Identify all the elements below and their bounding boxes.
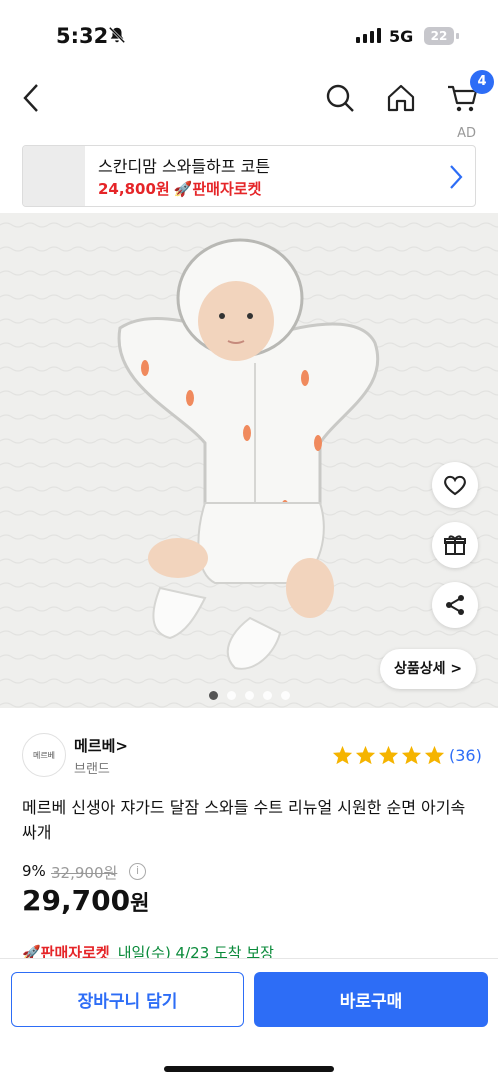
- battery-icon: 22: [424, 27, 454, 45]
- chevron-right-icon: [450, 165, 463, 189]
- cart-count-badge: 4: [470, 70, 494, 94]
- add-to-cart-button[interactable]: 장바구니 담기: [11, 972, 244, 1027]
- brand-subtitle: 브랜드: [74, 762, 110, 777]
- ad-price: 24,800원: [98, 180, 170, 198]
- network-type: 5G: [389, 27, 414, 46]
- sale-price-unit: 원: [130, 891, 150, 915]
- product-detail-button[interactable]: 상품상세 >: [380, 649, 477, 689]
- carousel-dot[interactable]: [262, 691, 272, 700]
- star-icon: [401, 745, 422, 765]
- heart-icon: [444, 475, 466, 496]
- star-icon: [332, 745, 353, 765]
- gift-button[interactable]: [432, 522, 478, 568]
- back-button[interactable]: [12, 78, 52, 118]
- carousel-dot[interactable]: [280, 691, 290, 700]
- carousel-dot[interactable]: [208, 691, 218, 700]
- cellular-signal-icon: [356, 28, 381, 43]
- sale-price: 29,700원: [22, 884, 149, 917]
- home-icon: [387, 84, 415, 112]
- ad-label: AD: [457, 126, 476, 141]
- product-photo: [0, 213, 498, 708]
- search-button[interactable]: [320, 78, 360, 118]
- share-button[interactable]: [432, 582, 478, 628]
- review-count-link[interactable]: (36): [449, 746, 482, 765]
- ad-price-line: 24,800원 🚀판매자로켓: [98, 178, 261, 199]
- battery-tip: [456, 33, 459, 39]
- star-icon: [378, 745, 399, 765]
- carousel-dot[interactable]: [226, 691, 236, 700]
- status-time: 5:32: [56, 24, 109, 48]
- ad-title: 스칸디맘 스와들하프 코튼: [98, 157, 271, 176]
- star-icon: [355, 745, 376, 765]
- ad-banner[interactable]: 스칸디맘 스와들하프 코튼 24,800원 🚀판매자로켓: [22, 145, 476, 207]
- search-icon: [326, 84, 354, 112]
- rating-stars[interactable]: [332, 745, 445, 765]
- sale-price-number: 29,700: [22, 884, 131, 917]
- share-icon: [446, 595, 464, 615]
- discount-rate: 9%: [22, 862, 46, 880]
- bell-muted-icon: [108, 26, 126, 44]
- status-bar: 5:32 5G 22: [0, 0, 498, 70]
- product-title: 메르베 신생아 쟈가드 달잠 스와들 수트 리뉴얼 시원한 순면 아기속싸개: [22, 798, 466, 842]
- bottom-action-bar: 장바구니 담기 바로구매: [0, 958, 498, 1080]
- home-button[interactable]: [381, 78, 421, 118]
- carousel-dot[interactable]: [244, 691, 254, 700]
- top-nav: [0, 70, 498, 126]
- original-price: 32,900원: [51, 864, 118, 882]
- chevron-left-icon: [23, 84, 38, 112]
- product-image-carousel[interactable]: 상품상세 >: [0, 213, 498, 708]
- ad-thumbnail: [23, 146, 85, 206]
- carousel-indicator: [0, 691, 498, 700]
- ad-rocket-label: 🚀판매자로켓: [173, 180, 262, 198]
- brand-logo[interactable]: 메르베: [22, 733, 66, 777]
- gift-icon: [444, 535, 466, 555]
- star-icon: [424, 745, 445, 765]
- info-icon[interactable]: i: [129, 863, 146, 880]
- wishlist-button[interactable]: [432, 462, 478, 508]
- home-indicator: [164, 1066, 334, 1072]
- brand-name-link[interactable]: 메르베>: [74, 735, 128, 756]
- buy-now-button[interactable]: 바로구매: [254, 972, 488, 1027]
